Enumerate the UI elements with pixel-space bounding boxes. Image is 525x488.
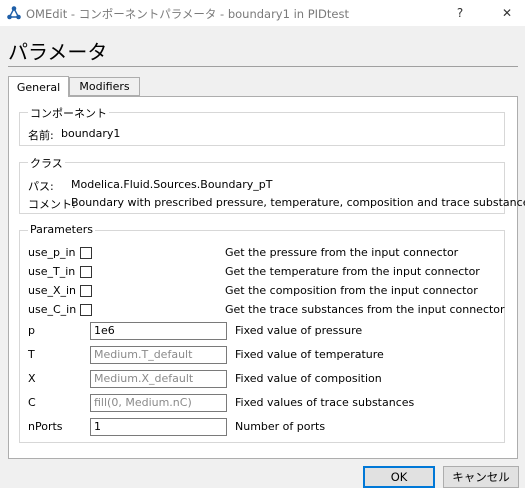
param-t-input[interactable]: Medium.T_default (90, 346, 227, 364)
help-button[interactable]: ? (445, 2, 475, 24)
param-nports-label: nPorts (28, 420, 63, 433)
param-p-input[interactable]: 1e6 (90, 322, 227, 340)
use-p-in-description: Get the pressure from the input connecto… (225, 246, 459, 259)
page-title: パラメータ (8, 40, 108, 64)
param-c-description: Fixed values of trace substances (235, 396, 415, 409)
use-c-in-label: use_C_in (28, 303, 77, 316)
tab-general[interactable]: General (8, 76, 69, 97)
close-button[interactable]: ✕ (492, 2, 522, 24)
param-t-description: Fixed value of temperature (235, 348, 384, 361)
ok-button[interactable]: OK (363, 466, 435, 488)
use-t-in-label: use_T_in (28, 265, 76, 278)
param-nports-description: Number of ports (235, 420, 326, 433)
use-t-in-checkbox[interactable] (80, 266, 92, 278)
general-tab-pane: コンポーネント 名前: boundary1 クラス パス: Modelica.F… (8, 96, 525, 459)
param-c-input[interactable]: fill(0, Medium.nC) (90, 394, 227, 412)
use-x-in-description: Get the composition from the input conne… (225, 284, 478, 297)
param-x-label: X (28, 372, 36, 385)
param-t-label: T (28, 348, 35, 361)
ok-button-label: OK (390, 470, 408, 484)
class-path-label: パス: (28, 180, 54, 193)
class-group-title: クラス (28, 155, 65, 171)
param-p-label: p (28, 324, 35, 337)
cancel-button-label: キャンセル (452, 470, 510, 484)
use-x-in-checkbox[interactable] (80, 285, 92, 297)
param-p-description: Fixed value of pressure (235, 324, 363, 337)
help-icon: ? (456, 6, 464, 20)
class-path-value: Modelica.Fluid.Sources.Boundary_pT (71, 178, 273, 191)
component-group-title: コンポーネント (28, 105, 109, 121)
tab-modifiers[interactable]: Modifiers (69, 77, 140, 96)
component-name-value: boundary1 (61, 127, 121, 140)
component-name-label: 名前: (28, 129, 54, 142)
use-t-in-description: Get the temperature from the input conne… (225, 265, 480, 278)
cancel-button[interactable]: キャンセル (443, 466, 519, 488)
tab-modifiers-label: Modifiers (79, 80, 130, 93)
close-icon: ✕ (501, 6, 513, 20)
param-nports-input[interactable]: 1 (90, 418, 227, 436)
param-x-description: Fixed value of composition (235, 372, 382, 385)
title-bar: OMEdit - コンポーネントパラメータ - boundary1 in PID… (0, 0, 525, 26)
component-group: コンポーネント 名前: boundary1 (19, 105, 505, 146)
window-title: OMEdit - コンポーネントパラメータ - boundary1 in PID… (26, 7, 349, 21)
use-p-in-label: use_p_in (28, 246, 76, 259)
use-c-in-description: Get the trace substances from the input … (225, 303, 505, 316)
use-c-in-checkbox[interactable] (80, 304, 92, 316)
tab-general-label: General (16, 80, 61, 94)
omedit-app-icon (7, 6, 21, 20)
param-c-label: C (28, 396, 36, 409)
parameters-group: Parameters use_p_in Get the pressure fro… (19, 223, 505, 443)
class-comment-value: Boundary with prescribed pressure, tempe… (71, 196, 525, 209)
use-p-in-checkbox[interactable] (80, 247, 92, 259)
use-x-in-label: use_X_in (28, 284, 77, 297)
class-group: クラス パス: Modelica.Fluid.Sources.Boundary_… (19, 155, 525, 214)
heading-divider (8, 66, 518, 67)
class-comment-label: コメント: (28, 198, 76, 211)
parameters-group-title: Parameters (28, 223, 95, 236)
param-x-input[interactable]: Medium.X_default (90, 370, 227, 388)
